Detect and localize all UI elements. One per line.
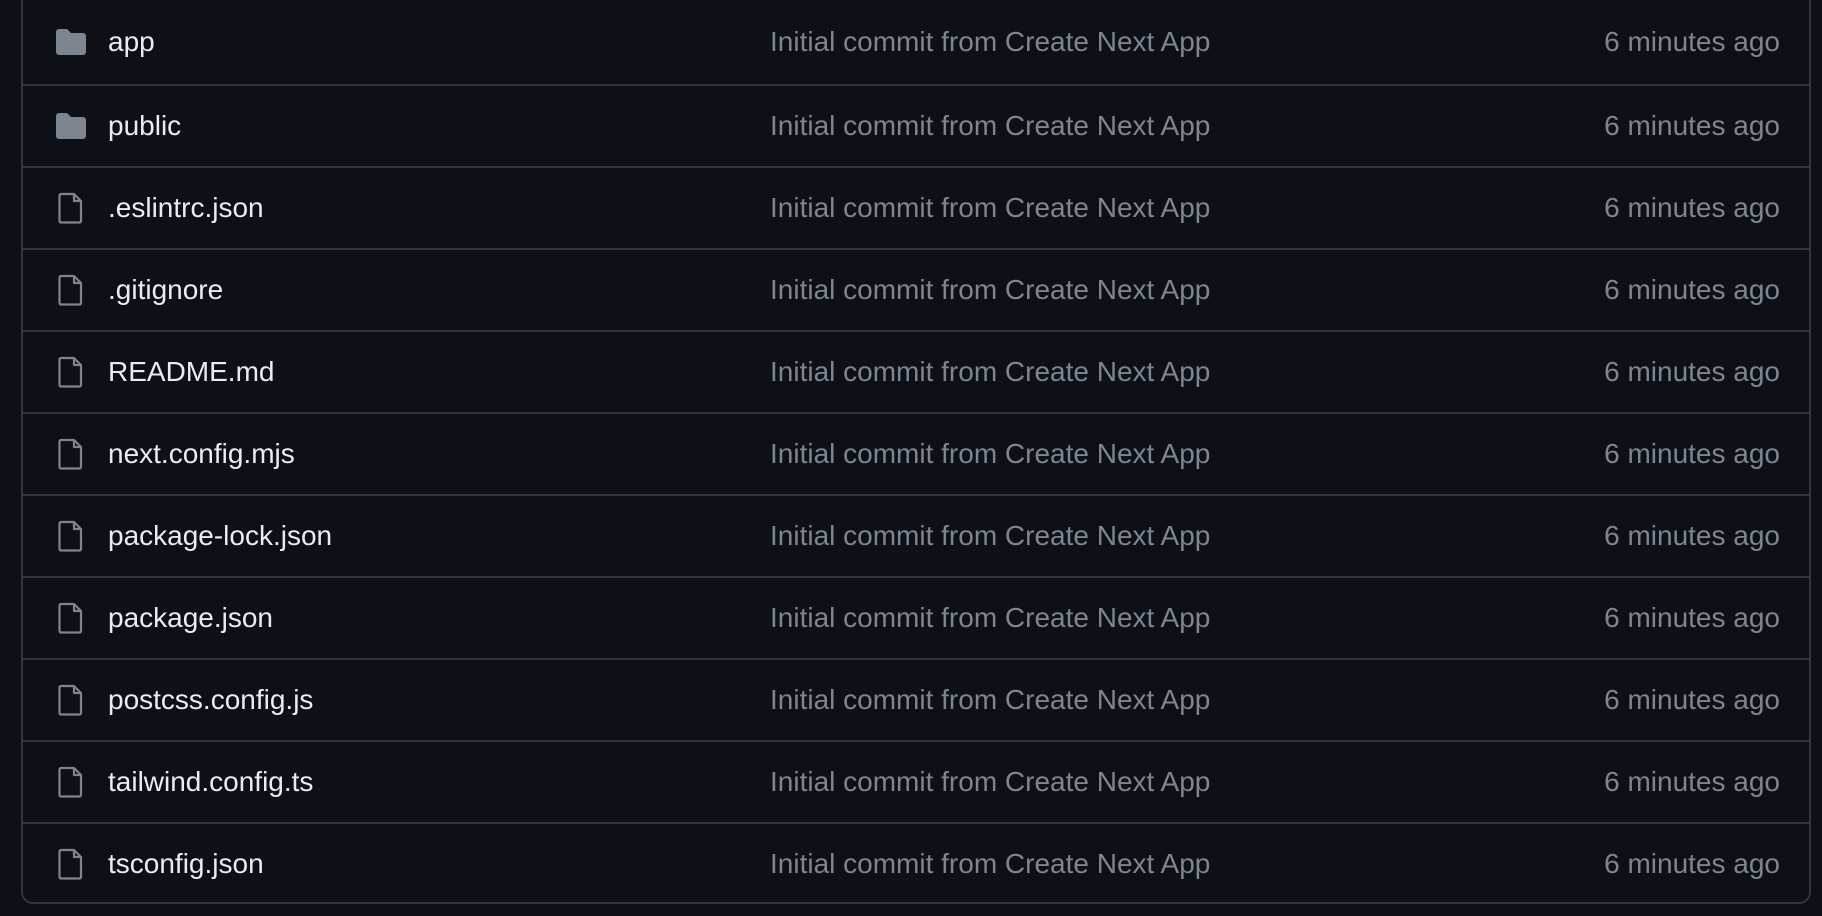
file-name-link[interactable]: .eslintrc.json [108, 192, 264, 224]
file-icon [53, 600, 89, 636]
file-name-link[interactable]: postcss.config.js [108, 684, 313, 716]
file-name-link[interactable]: package.json [108, 602, 273, 634]
file-icon [53, 846, 89, 882]
file-row[interactable]: postcss.config.js Initial commit from Cre… [23, 658, 1809, 740]
file-name-link[interactable]: tsconfig.json [108, 848, 264, 880]
file-name-link[interactable]: tailwind.config.ts [108, 766, 313, 798]
file-row[interactable]: public Initial commit from Create Next Ap… [23, 84, 1809, 166]
file-icon [53, 764, 89, 800]
file-row[interactable]: README.md Initial commit from Create Next… [23, 330, 1809, 412]
commit-time: 6 minutes ago [1604, 848, 1780, 879]
commit-message-link[interactable]: Initial commit from Create Next App [770, 26, 1210, 58]
file-name-link[interactable]: .gitignore [108, 274, 223, 306]
file-name-link[interactable]: public [108, 110, 181, 142]
commit-time: 6 minutes ago [1604, 684, 1780, 715]
commit-time: 6 minutes ago [1604, 602, 1780, 633]
file-icon [53, 682, 89, 718]
commit-message-link[interactable]: Initial commit from Create Next App [770, 602, 1210, 634]
commit-time: 6 minutes ago [1604, 26, 1780, 57]
folder-icon [53, 108, 89, 144]
file-icon [53, 354, 89, 390]
file-row[interactable]: next.config.mjs Initial commit from Creat… [23, 412, 1809, 494]
commit-message-link[interactable]: Initial commit from Create Next App [770, 192, 1210, 224]
commit-message-link[interactable]: Initial commit from Create Next App [770, 848, 1210, 880]
commit-time: 6 minutes ago [1604, 274, 1780, 305]
file-row[interactable]: tailwind.config.ts Initial commit from Cr… [23, 740, 1809, 822]
commit-time: 6 minutes ago [1604, 438, 1780, 469]
commit-time: 6 minutes ago [1604, 520, 1780, 551]
file-name-link[interactable]: app [108, 26, 155, 58]
folder-icon [53, 24, 89, 60]
file-icon [53, 272, 89, 308]
commit-time: 6 minutes ago [1604, 192, 1780, 223]
file-name-link[interactable]: package-lock.json [108, 520, 332, 552]
file-name-link[interactable]: next.config.mjs [108, 438, 295, 470]
file-row[interactable]: .eslintrc.json Initial commit from Create… [23, 166, 1809, 248]
file-name-link[interactable]: README.md [108, 356, 274, 388]
file-row[interactable]: package.json Initial commit from Create N… [23, 576, 1809, 658]
file-icon [53, 190, 89, 226]
file-row[interactable]: package-lock.json Initial commit from Cre… [23, 494, 1809, 576]
commit-time: 6 minutes ago [1604, 766, 1780, 797]
file-icon [53, 518, 89, 554]
file-icon [53, 436, 89, 472]
commit-message-link[interactable]: Initial commit from Create Next App [770, 766, 1210, 798]
commit-time: 6 minutes ago [1604, 110, 1780, 141]
commit-message-link[interactable]: Initial commit from Create Next App [770, 110, 1210, 142]
commit-message-link[interactable]: Initial commit from Create Next App [770, 684, 1210, 716]
commit-message-link[interactable]: Initial commit from Create Next App [770, 438, 1210, 470]
commit-message-link[interactable]: Initial commit from Create Next App [770, 274, 1210, 306]
file-list: app Initial commit from Create Next App 6 … [21, 0, 1811, 904]
commit-message-link[interactable]: Initial commit from Create Next App [770, 520, 1210, 552]
file-row[interactable]: app Initial commit from Create Next App 6 … [23, 0, 1809, 84]
commit-message-link[interactable]: Initial commit from Create Next App [770, 356, 1210, 388]
file-row[interactable]: tsconfig.json Initial commit from Create … [23, 822, 1809, 902]
file-row[interactable]: .gitignore Initial commit from Create Nex… [23, 248, 1809, 330]
commit-time: 6 minutes ago [1604, 356, 1780, 387]
